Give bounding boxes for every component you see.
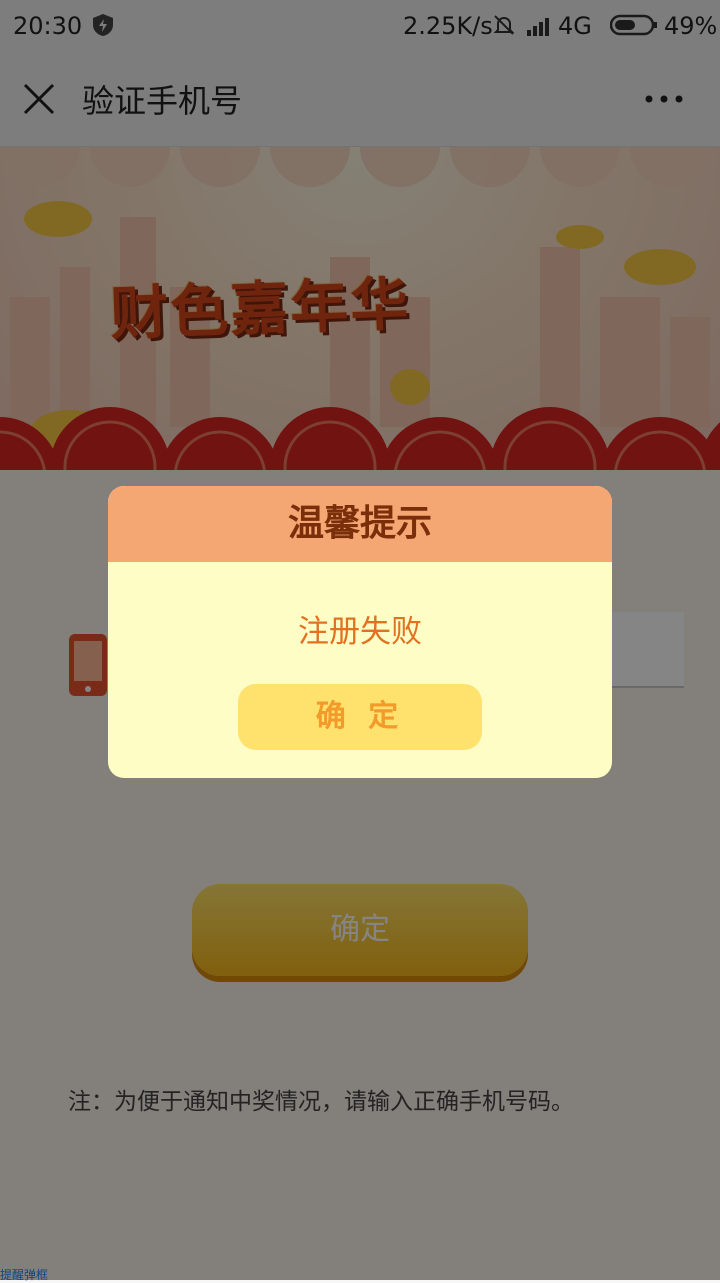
alert-dialog: 温馨提示 注册失败 确 定 <box>108 486 612 778</box>
dialog-message: 注册失败 <box>298 614 422 650</box>
dialog-title: 温馨提示 <box>108 486 612 562</box>
dialog-confirm-button[interactable]: 确 定 <box>238 684 482 750</box>
